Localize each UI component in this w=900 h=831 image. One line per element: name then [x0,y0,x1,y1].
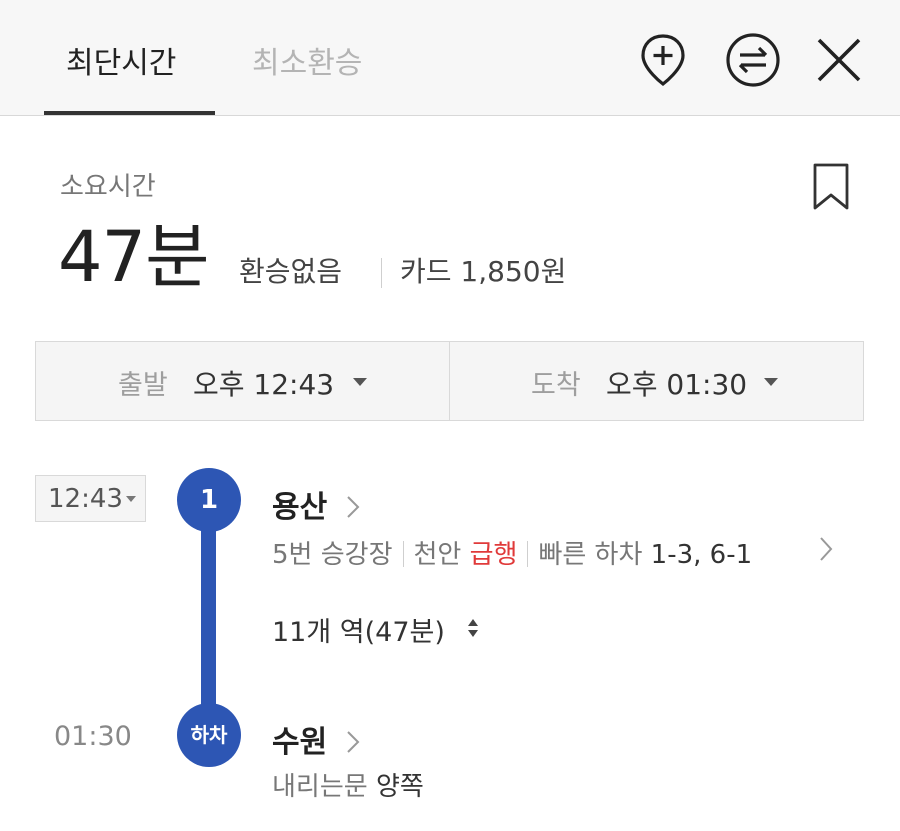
end-station-name: 수원 [272,725,328,760]
tab-fewest-transfers[interactable]: 최소환승 [252,38,362,82]
stops-toggle[interactable]: 11개 역(47분) [272,610,479,649]
stops-summary: 11개 역(47분) [272,617,445,648]
exit-door-info: 내리는문 양쪽 [272,766,424,803]
departure-label: 출발 [118,370,168,401]
chevron-down-icon[interactable] [353,378,367,386]
arrival-time-dropdown[interactable]: 오후 01:30 [606,363,747,403]
close-icon[interactable] [815,36,865,92]
alight-badge: 하차 [177,703,241,767]
chevron-right-icon[interactable] [346,490,360,525]
start-time: 12:43 [48,484,123,514]
quick-exit-doors: 1-3, 6-1 [650,540,753,570]
line-badge: 1 [177,468,241,532]
time-selector-divider [449,342,450,420]
departure-time-dropdown[interactable]: 오후 12:43 [193,363,334,403]
active-tab-indicator [44,111,215,115]
swap-icon[interactable] [725,32,780,88]
end-time: 01:30 [54,721,132,752]
fare: 카드 1,850원 [400,255,567,288]
boarding-details: 5번 승강장 천안 급행 빠른 하차 1-3, 6-1 [272,534,752,571]
expand-collapse-icon[interactable] [467,615,479,646]
bookmark-icon[interactable] [811,162,851,212]
summary-divider [381,258,382,288]
divider [402,541,404,567]
add-location-icon[interactable] [638,32,688,88]
exit-door-value: 양쪽 [375,772,424,802]
route-line [201,510,216,720]
chevron-down-icon[interactable] [126,496,136,502]
exit-door-label: 내리는문 [272,772,368,802]
end-station-link[interactable]: 수원 [272,717,360,761]
transfer-count: 환승없음 [239,255,343,288]
arrival-label: 도착 [531,370,581,401]
duration-label: 소요시간 [60,172,156,202]
direction: 천안 [413,540,462,570]
train-type-badge: 급행 [469,540,518,570]
tab-fastest[interactable]: 최단시간 [66,38,176,82]
quick-exit-label: 빠른 하차 [538,540,643,570]
start-station-name: 용산 [272,490,328,525]
chevron-down-icon[interactable] [764,378,778,386]
divider [527,541,529,567]
chevron-right-icon[interactable] [346,725,360,760]
start-station-link[interactable]: 용산 [272,482,360,526]
duration-value: 47분 [58,216,209,298]
platform: 5번 승강장 [272,540,393,570]
chevron-right-icon[interactable] [818,536,834,566]
